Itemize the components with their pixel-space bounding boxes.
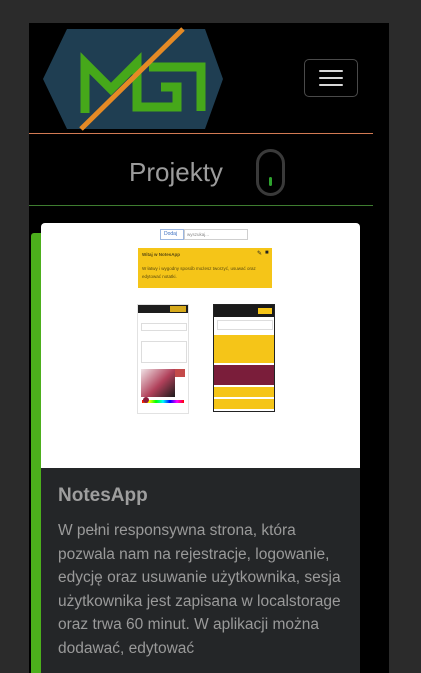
menu-icon-line	[319, 84, 343, 86]
scroll-mouse-icon	[256, 149, 285, 196]
card-accent-bar	[31, 233, 41, 673]
mouse-wheel	[269, 177, 272, 186]
project-card[interactable]: Dodaj wyszukaj... Witaj w NotesApp W łat…	[41, 223, 360, 673]
mini-note-text: W łatwy i wygodny sposób możesz tworzyć,…	[142, 266, 256, 279]
menu-toggle-button[interactable]	[304, 59, 358, 97]
navbar	[29, 23, 389, 133]
mini-edit-icon: ✎	[257, 251, 263, 257]
divider-orange	[29, 133, 373, 134]
divider-green	[29, 205, 373, 206]
mini-phone-left	[137, 304, 189, 414]
mini-trash-icon: ■	[265, 250, 269, 256]
project-title: NotesApp	[58, 485, 148, 506]
mini-note: Witaj w NotesApp W łatwy i wygodny sposó…	[138, 248, 272, 288]
mini-add-button: Dodaj	[160, 229, 184, 240]
menu-icon-line	[319, 77, 343, 79]
logo[interactable]	[41, 27, 225, 131]
project-description: W pełni responsywna strona, która pozwal…	[58, 522, 341, 657]
mini-phone-right	[213, 304, 275, 412]
page: Projekty Dodaj wyszukaj... Witaj w Notes…	[29, 23, 389, 673]
menu-icon-line	[319, 70, 343, 72]
project-image: Dodaj wyszukaj... Witaj w NotesApp W łat…	[41, 223, 360, 468]
mini-search-input: wyszukaj...	[184, 229, 248, 240]
mini-note-title: Witaj w NotesApp	[142, 252, 180, 257]
section-title: Projekty	[129, 157, 223, 187]
